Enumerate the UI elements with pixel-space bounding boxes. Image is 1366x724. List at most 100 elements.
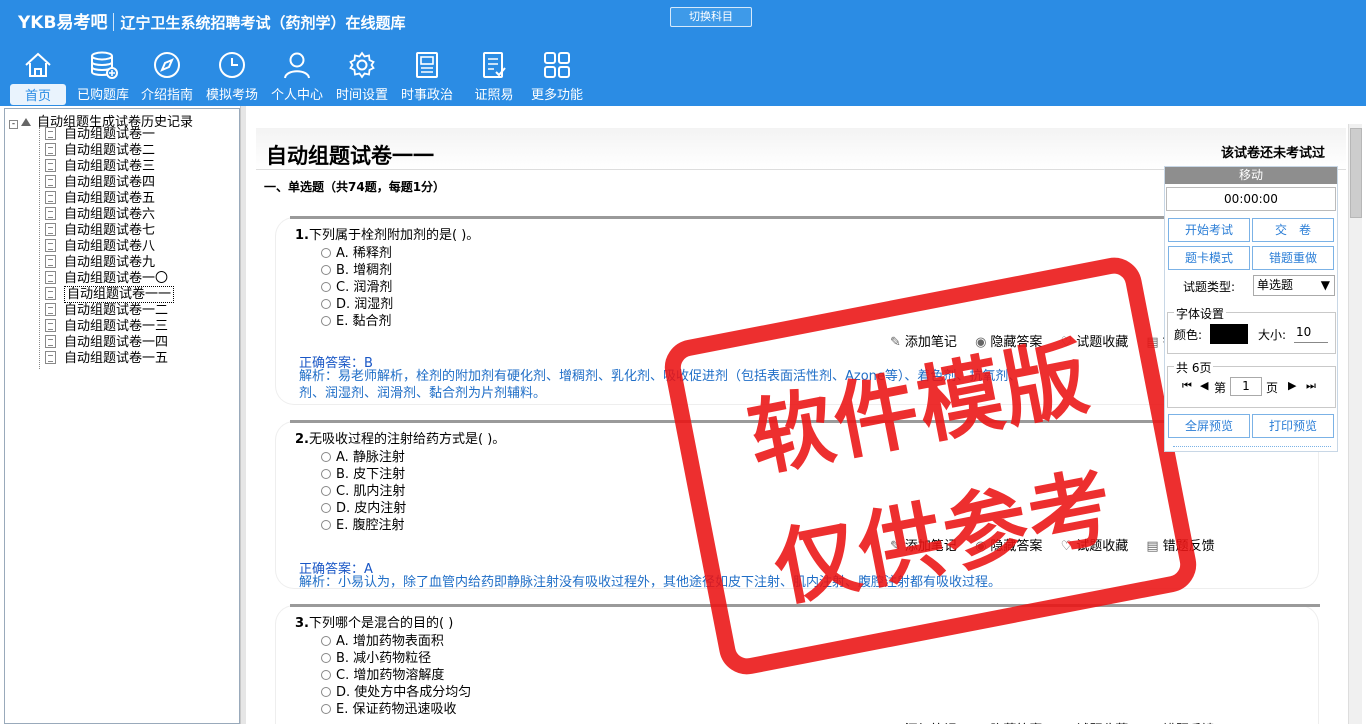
database-icon — [91, 51, 118, 79]
tree-item-label: 自动组题试卷九 — [64, 255, 156, 270]
radio-button[interactable] — [321, 503, 331, 513]
radio-button[interactable] — [321, 653, 331, 663]
nav-time-settings[interactable]: 时间设置 — [333, 50, 391, 103]
tree-item-label: 自动组题试卷一五 — [64, 351, 169, 366]
submit-button[interactable]: 交 卷 — [1252, 218, 1334, 242]
tree-item-label: 自动组题试卷一四 — [64, 335, 169, 350]
option-e[interactable]: E. 保证药物迅速吸收 — [321, 698, 456, 717]
tree-item[interactable]: 自动组题试卷一三 — [45, 319, 168, 335]
nav-profile[interactable]: 个人中心 — [268, 50, 326, 103]
collapse-icon[interactable]: - — [9, 120, 18, 129]
section-title: 一、单选题（共74题，每题1分） — [264, 180, 446, 194]
tree-item[interactable]: 自动组题试卷六 — [45, 207, 155, 223]
tree-item[interactable]: 自动组题试卷一二 — [45, 303, 168, 319]
pagination-group: 共 6页 ⏮ ◀ 第 1 页 ▶ ⏭ — [1167, 359, 1336, 408]
tree-item-label: 自动组题试卷一二 — [64, 303, 169, 318]
tree-item[interactable]: 自动组题试卷一五 — [45, 351, 168, 367]
radio-button[interactable] — [321, 452, 331, 462]
tree-item[interactable]: 自动组题试卷九 — [45, 255, 155, 271]
tree-item[interactable]: 自动组题试卷四 — [45, 175, 155, 191]
tree-item[interactable]: 自动组题试卷三 — [45, 159, 155, 175]
radio-button[interactable] — [321, 486, 331, 496]
analysis-text: 剂、润湿剂、润滑剂、黏合剂为片剂辅料。 — [299, 386, 547, 401]
tree-item[interactable]: 自动组题试卷一〇 — [45, 271, 168, 287]
nav-home[interactable]: 首页 — [10, 50, 66, 105]
newspaper-icon — [416, 52, 438, 78]
question-text: 下列属于栓剂附加剂的是( )。 — [308, 228, 480, 243]
start-exam-button[interactable]: 开始考试 — [1168, 218, 1250, 242]
option-e[interactable]: E. 腹腔注射 — [321, 514, 404, 533]
tree-item-label: 自动组题试卷一三 — [64, 319, 169, 334]
nav-purchased[interactable]: 已购题库 — [74, 50, 132, 103]
nav-more[interactable]: 更多功能 — [528, 50, 586, 103]
radio-button[interactable] — [321, 687, 331, 697]
radio-button[interactable] — [321, 248, 331, 258]
radio-button[interactable] — [321, 265, 331, 275]
tree-item-label: 自动组题试卷六 — [64, 207, 156, 222]
document-icon — [45, 271, 56, 284]
tree-item-label: 自动组题试卷一一 — [64, 286, 175, 303]
radio-button[interactable] — [321, 299, 331, 309]
tree-item[interactable]: 自动组题试卷五 — [45, 191, 155, 207]
radio-button[interactable] — [321, 520, 331, 530]
folder-icon — [21, 118, 31, 126]
fullscreen-preview-button[interactable]: 全屏预览 — [1168, 414, 1250, 438]
document-icon — [45, 239, 56, 252]
panel-divider — [1173, 446, 1331, 447]
switch-subject-button[interactable]: 切换科目 — [670, 7, 752, 27]
tree-item[interactable]: 自动组题试卷一四 — [45, 335, 168, 351]
question-type-select[interactable]: 单选题 ▼ — [1253, 275, 1335, 296]
tree-item-label: 自动组题试卷七 — [64, 223, 156, 238]
logo-text: YKB易考吧 — [18, 13, 108, 33]
page-prefix: 第 — [1214, 381, 1227, 395]
radio-button[interactable] — [321, 670, 331, 680]
radio-button[interactable] — [321, 316, 331, 326]
nav-label: 首页 — [10, 84, 66, 105]
app-header: YKB易考吧 辽宁卫生系统招聘考试（药剂学）在线题库 切换科目 首页 已购题库 介… — [0, 0, 1366, 106]
option-label: E. 保证药物迅速吸收 — [336, 702, 457, 717]
next-page-icon[interactable]: ▶ — [1288, 379, 1296, 392]
question-number: 3. — [295, 616, 309, 631]
tree-item-label: 自动组题试卷三 — [64, 159, 156, 174]
radio-button[interactable] — [321, 469, 331, 479]
question-stem: 1.下列属于栓剂附加剂的是( )。 — [295, 224, 479, 243]
nav-guide[interactable]: 介绍指南 — [138, 50, 196, 103]
prev-page-icon[interactable]: ◀ — [1200, 379, 1208, 392]
color-swatch[interactable] — [1210, 324, 1248, 344]
font-size-input[interactable]: 10 — [1294, 324, 1328, 343]
tree-item[interactable]: 自动组题试卷一 — [45, 127, 155, 143]
paper-history-tree: - 自动组题生成试卷历史记录 自动组题试卷一 自动组题试卷二 自动组题试卷三 自动… — [4, 108, 240, 724]
gear-icon — [349, 51, 375, 79]
move-handle[interactable]: 移动 — [1165, 167, 1337, 184]
paper-title: 自动组题试卷一一 — [266, 144, 434, 168]
nav-label: 个人中心 — [270, 88, 323, 103]
redo-wrong-button[interactable]: 错题重做 — [1252, 246, 1334, 270]
radio-button[interactable] — [321, 704, 331, 714]
last-page-icon[interactable]: ⏭ — [1306, 379, 1316, 393]
tree-item[interactable]: 自动组题试卷七 — [45, 223, 155, 239]
option-e[interactable]: E. 黏合剂 — [321, 310, 391, 329]
tree-item-selected[interactable]: 自动组题试卷一一 — [45, 286, 175, 303]
first-page-icon[interactable]: ⏮ — [1182, 379, 1192, 393]
document-icon — [45, 127, 56, 140]
page-input[interactable]: 1 — [1230, 377, 1262, 396]
card-mode-button[interactable]: 题卡模式 — [1168, 246, 1250, 270]
nav-label: 时间设置 — [335, 88, 388, 103]
tree-item[interactable]: 自动组题试卷八 — [45, 239, 155, 255]
print-preview-button[interactable]: 打印预览 — [1252, 414, 1334, 438]
app-logo: YKB易考吧 辽宁卫生系统招聘考试（药剂学）在线题库 — [18, 8, 405, 33]
nav-label: 更多功能 — [530, 88, 583, 103]
nav-certificates[interactable]: 证照易 — [465, 50, 523, 103]
clock-icon — [219, 52, 245, 78]
scrollbar-thumb[interactable] — [1350, 128, 1362, 218]
nav-mock-exam[interactable]: 模拟考场 — [203, 50, 261, 103]
radio-button[interactable] — [321, 282, 331, 292]
radio-button[interactable] — [321, 636, 331, 646]
checklist-icon — [483, 52, 506, 78]
nav-label: 已购题库 — [76, 88, 129, 103]
nav-current-affairs[interactable]: 时事政治 — [398, 50, 456, 103]
tree-item-label: 自动组题试卷一 — [64, 127, 156, 142]
tree-item[interactable]: 自动组题试卷二 — [45, 143, 155, 159]
dropdown-arrow-icon: ▼ — [1320, 278, 1330, 292]
vertical-scrollbar[interactable] — [1348, 124, 1362, 724]
